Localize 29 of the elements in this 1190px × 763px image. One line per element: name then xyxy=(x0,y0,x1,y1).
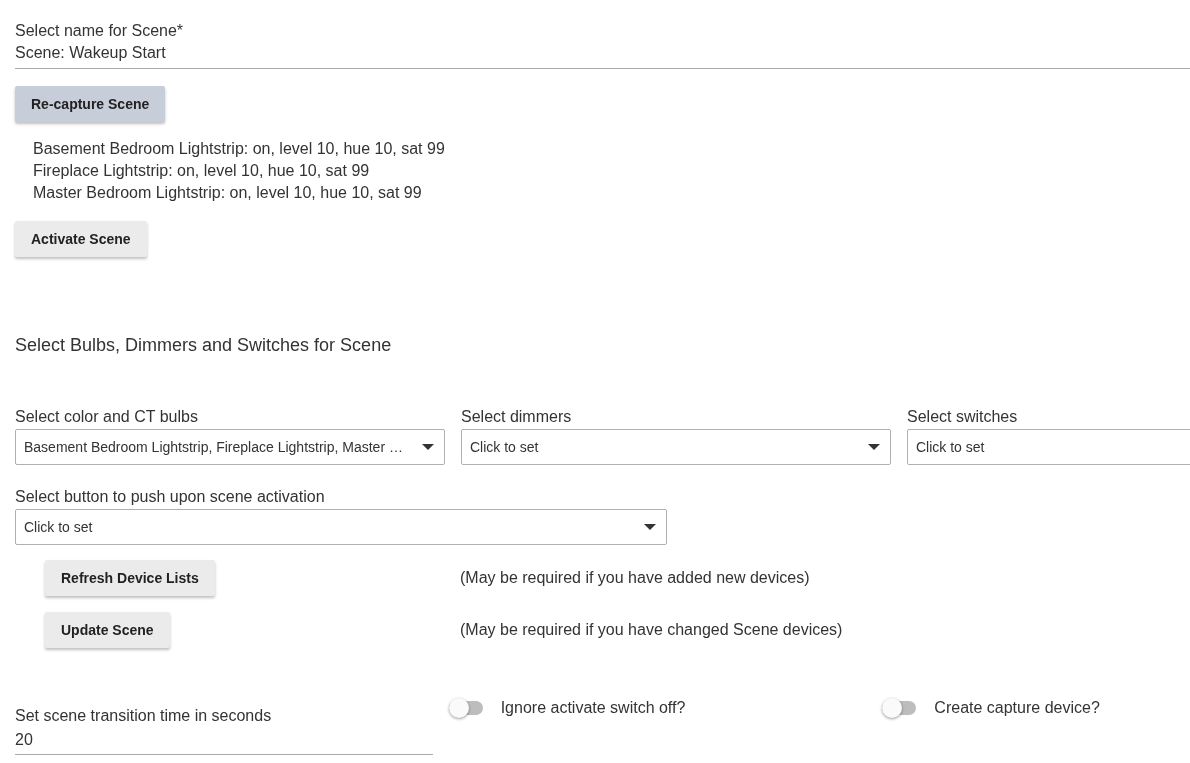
dropdown-caret-icon xyxy=(422,444,434,450)
dropdown-caret-icon xyxy=(868,444,880,450)
dropdown-field[interactable]: Click to set xyxy=(461,429,891,465)
field-label: Select name for Scene* xyxy=(15,21,185,41)
button[interactable]: Re-capture Scene xyxy=(15,86,166,122)
name-field[interactable]: Scene: Wakeup Start xyxy=(15,42,1190,64)
device-state-text: Basement Bedroom Lightstrip: on, level 10, hue 10, sat 99 xyxy=(33,139,446,159)
dropdown-caret-icon xyxy=(644,524,656,530)
device-state-text: Master Bedroom Lightstrip: on, level 10, hue 10, sat 99 xyxy=(33,183,423,203)
field-label: Set scene transition time in seconds xyxy=(15,706,273,726)
dropdown-field[interactable]: Click to set xyxy=(907,429,1190,465)
toggle-label: Create capture device? xyxy=(934,698,1100,718)
field-label: Select dimmers xyxy=(461,407,573,427)
button[interactable]: Activate Scene xyxy=(15,221,147,257)
button[interactable]: Update Scene xyxy=(45,612,170,648)
field-label: Select color and CT bulbs xyxy=(15,407,199,427)
hint-text: (May be required if you have added new devices) xyxy=(460,568,810,588)
section-heading: Select Bulbs, Dimmers and Switches for Scene xyxy=(15,334,393,357)
hint-text: (May be required if you have changed Scene devices) xyxy=(460,620,843,640)
dropdown-field[interactable]: Basement Bedroom Lightstrip, Fireplace Lightstrip, Master … xyxy=(15,429,445,465)
toggle-switch[interactable] xyxy=(882,698,917,718)
field-label: Select button to push upon scene activation xyxy=(15,487,326,507)
toggle-switch[interactable] xyxy=(448,698,483,718)
button[interactable]: Refresh Device Lists xyxy=(45,560,215,596)
number-field[interactable]: 20 xyxy=(15,728,433,752)
dropdown-field[interactable]: Click to set xyxy=(15,509,667,545)
field-label: Select switches xyxy=(907,407,1019,427)
toggle-label: Ignore activate switch off? xyxy=(500,698,686,718)
device-state-text: Fireplace Lightstrip: on, level 10, hue 10, sat 99 xyxy=(33,161,371,181)
